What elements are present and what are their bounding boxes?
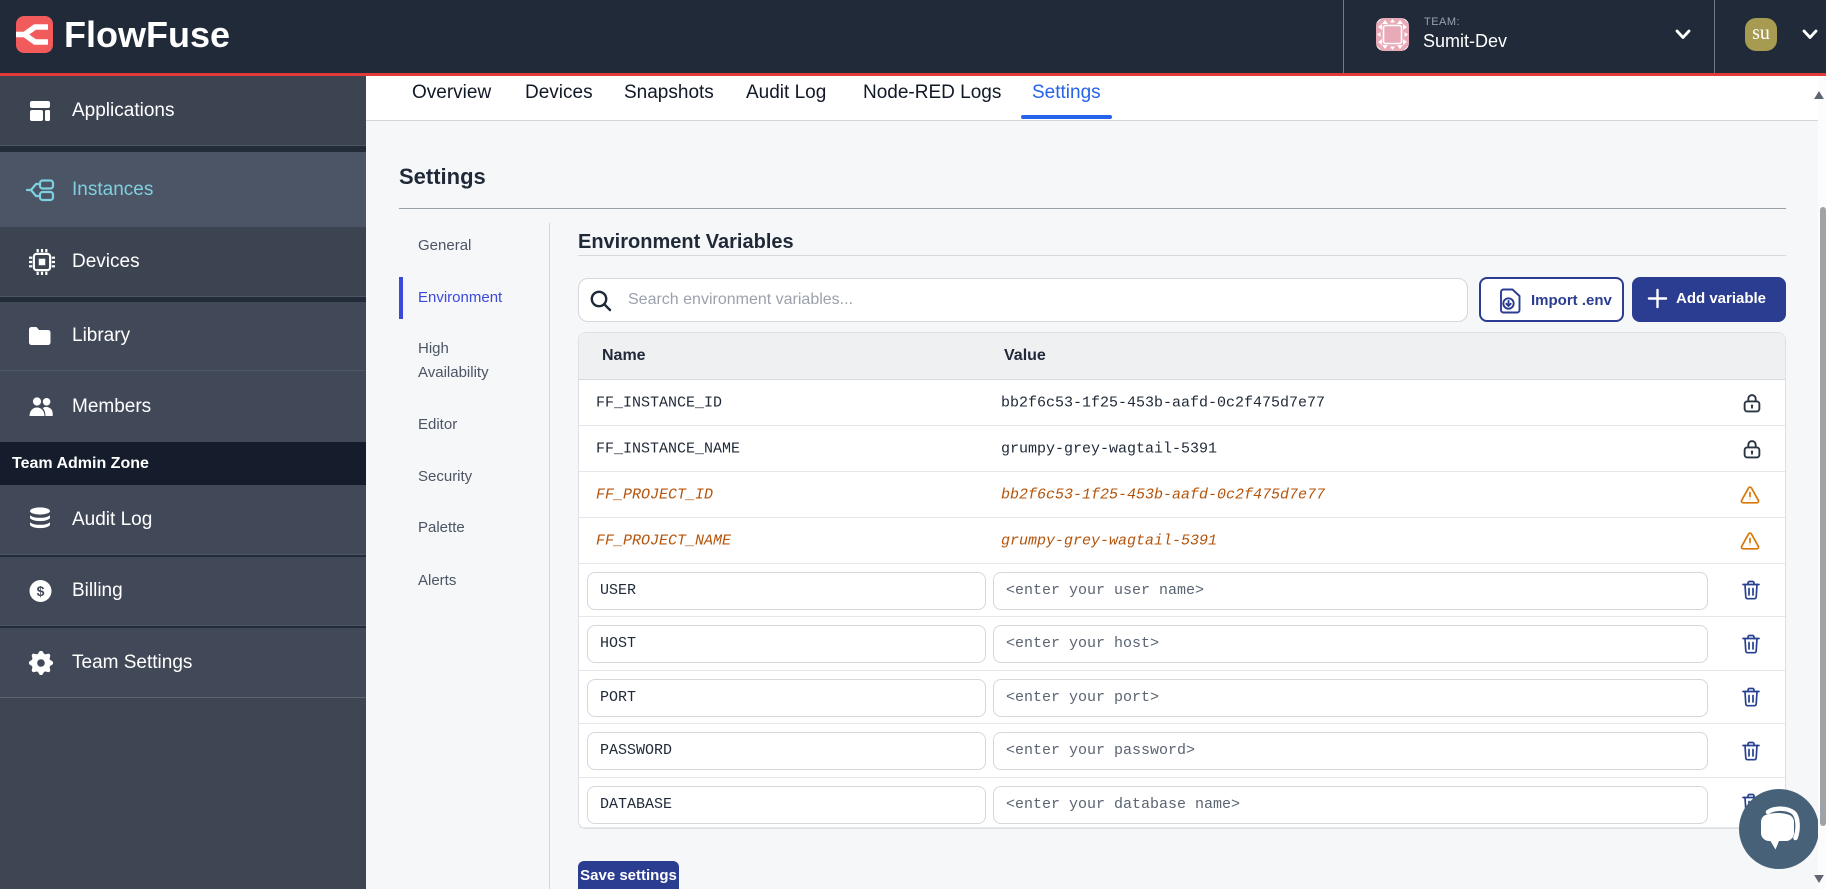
svg-text:$: $ — [37, 583, 45, 599]
